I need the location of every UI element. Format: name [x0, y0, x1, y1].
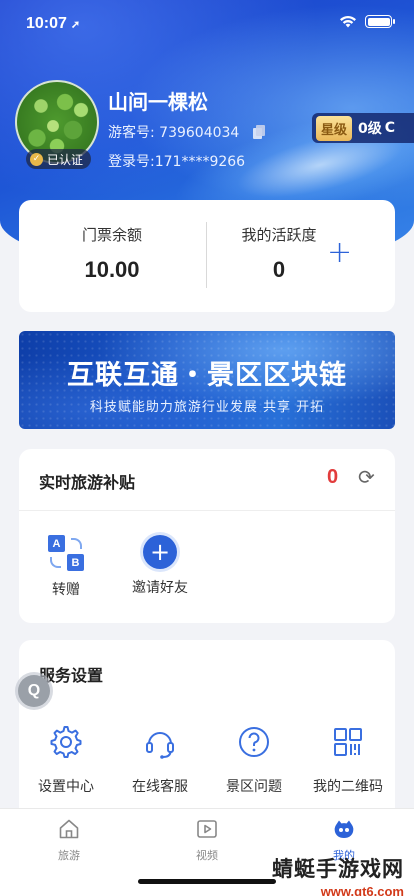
activity-label: 我的活跃度: [241, 226, 317, 244]
battery-icon: [365, 15, 395, 28]
home-indicator[interactable]: [138, 879, 276, 884]
subsidy-card: 实时旅游补贴 0 ⟳ AB 转赠 + 邀请好友: [19, 449, 395, 623]
ticket-balance[interactable]: 门票余额 10.00: [57, 224, 167, 283]
login-id: 登录号:171****9266: [108, 154, 246, 170]
settings-center-label: 设置中心: [38, 779, 94, 795]
balance-divider: [206, 222, 207, 288]
scenic-questions-button[interactable]: 景区问题: [207, 724, 301, 796]
transfer-label: 转赠: [52, 582, 80, 598]
subsidy-title: 实时旅游补贴: [39, 473, 136, 492]
plus-circle-icon: +: [143, 535, 177, 569]
status-time-text: 10:07: [26, 15, 67, 32]
service-grid: 设置中心 在线客服 景区问题 我的二维码: [19, 724, 395, 796]
tab-video[interactable]: 视频: [167, 817, 247, 863]
transfer-button[interactable]: AB 转赠: [41, 535, 91, 599]
banner-subtitle: 科技赋能助力旅游行业发展 共享 开拓: [89, 400, 325, 415]
qr-code-icon: [334, 728, 362, 756]
wifi-icon: [340, 15, 356, 28]
status-bar: 10:07 ➚: [0, 0, 414, 44]
copy-icon[interactable]: [253, 125, 266, 139]
home-icon: [59, 819, 79, 839]
tab-travel[interactable]: 旅游: [29, 817, 109, 863]
activity-score[interactable]: 我的活跃度 0: [224, 224, 334, 283]
gear-icon: [50, 726, 82, 758]
settings-center-button[interactable]: 设置中心: [19, 724, 113, 796]
watermark-name: 蜻蜓手游戏网: [272, 857, 404, 881]
location-arrow-icon: ➚: [70, 19, 81, 31]
watermark-url: www.qt6.com: [320, 884, 404, 896]
my-qr-code-button[interactable]: 我的二维码: [301, 724, 395, 796]
ticket-balance-value: 10.00: [84, 257, 140, 282]
invite-friends-label: 邀请好友: [132, 580, 188, 596]
add-activity-button[interactable]: +: [327, 238, 352, 268]
star-level-value: 0级: [358, 121, 382, 137]
ticket-balance-label: 门票余额: [81, 226, 142, 244]
balance-card: 门票余额 10.00 我的活跃度 0 +: [19, 200, 395, 312]
tab-video-label: 视频: [196, 849, 218, 862]
banner-title: 互联互通・景区区块链: [67, 360, 347, 391]
service-title: 服务设置: [39, 666, 104, 685]
online-support-label: 在线客服: [132, 779, 188, 795]
verified-badge: ✓ 已认证: [26, 149, 92, 169]
visitor-id-line: 游客号: 739604034: [108, 122, 266, 142]
verified-icon: ✓: [30, 152, 43, 166]
headset-icon: [146, 732, 174, 759]
subsidy-count: 0: [327, 466, 339, 488]
level-refresh-icon[interactable]: C: [385, 120, 395, 136]
username: 山间一棵松: [108, 90, 208, 114]
visitor-id: 游客号: 739604034: [108, 125, 240, 141]
site-watermark: 蜻蜓手游戏网 www.qt6.com: [272, 853, 404, 896]
online-support-button[interactable]: 在线客服: [113, 724, 207, 796]
subsidy-refresh-icon[interactable]: ⟳: [358, 465, 375, 489]
profile-face-icon: [334, 820, 354, 838]
activity-value: 0: [272, 257, 286, 282]
status-icons: [339, 15, 395, 28]
question-icon: [239, 727, 269, 757]
tab-travel-label: 旅游: [58, 849, 80, 862]
scenic-questions-label: 景区问题: [226, 779, 282, 795]
invite-friends-button[interactable]: + 邀请好友: [127, 535, 193, 597]
star-level-badge[interactable]: 星级 0级 C: [312, 113, 414, 143]
verified-label: 已认证: [47, 152, 84, 167]
floating-assistant-button[interactable]: Q: [18, 675, 50, 707]
status-time: 10:07 ➚: [26, 15, 80, 33]
service-card: 服务设置 设置中心 在线客服 景区问题 我的二维码: [19, 640, 395, 820]
my-qr-code-label: 我的二维码: [313, 779, 383, 795]
video-icon: [197, 820, 217, 838]
blockchain-banner[interactable]: 互联互通・景区区块链 科技赋能助力旅游行业发展 共享 开拓: [19, 331, 395, 429]
ab-transfer-icon: AB: [48, 535, 84, 571]
star-level-tag: 星级: [316, 115, 353, 141]
subsidy-divider: [19, 510, 395, 511]
